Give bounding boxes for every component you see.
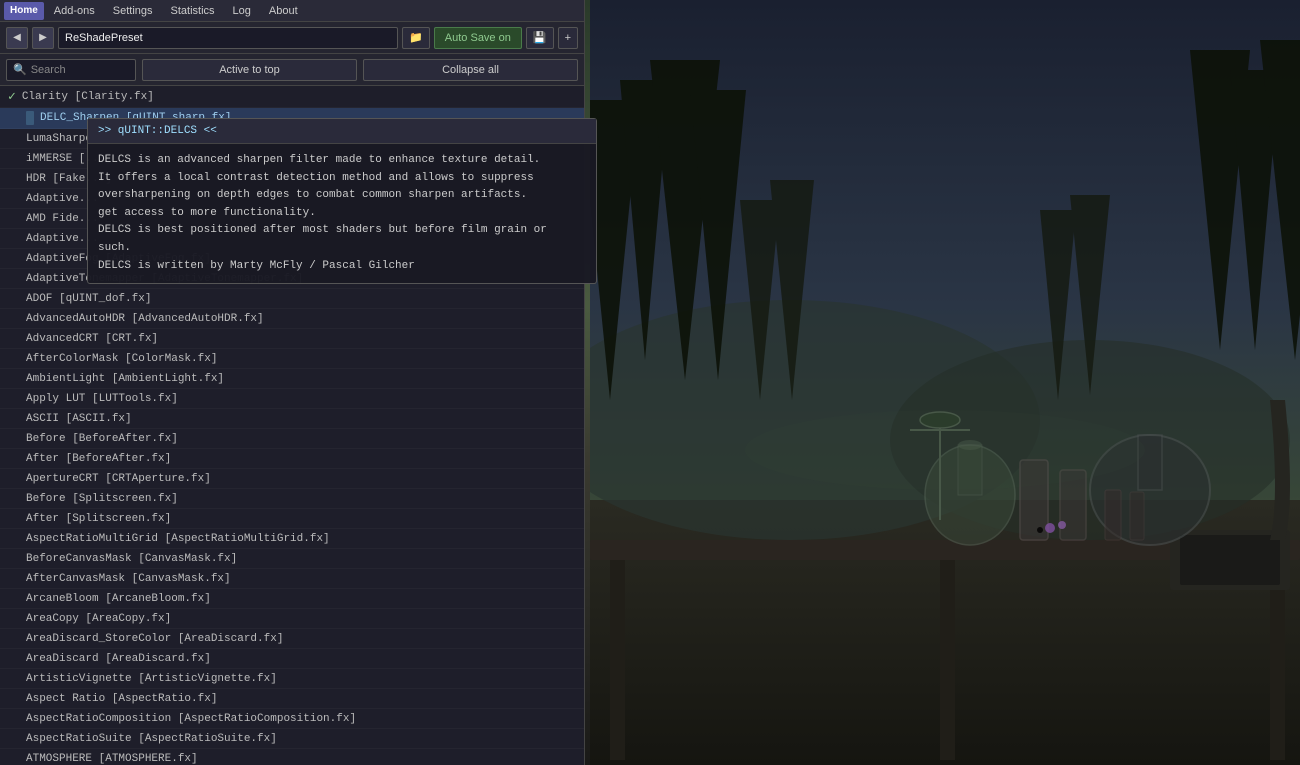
effect-list-item[interactable]: After [BeforeAfter.fx] xyxy=(0,449,584,469)
drag-handle[interactable] xyxy=(26,111,34,125)
search-icon: 🔍 xyxy=(13,63,27,76)
search-bar: 🔍 Search Active to top Collapse all xyxy=(0,54,584,86)
search-input[interactable] xyxy=(70,64,150,76)
effect-label: Before [BeforeAfter.fx] xyxy=(26,433,178,445)
effect-label: BeforeCanvasMask [CanvasMask.fx] xyxy=(26,553,237,565)
effect-list-item[interactable]: ApertureCRT [CRTAperture.fx] xyxy=(0,469,584,489)
effect-list-item[interactable]: AdvancedAutoHDR [AdvancedAutoHDR.fx] xyxy=(0,309,584,329)
effect-label: AdvancedAutoHDR [AdvancedAutoHDR.fx] xyxy=(26,313,264,325)
effect-label: AdvancedCRT [CRT.fx] xyxy=(26,333,158,345)
effect-list-item[interactable]: AspectRatioSuite [AspectRatioSuite.fx] xyxy=(0,729,584,749)
preset-name-input[interactable] xyxy=(58,27,398,49)
tooltip-line: get access to more functionality. xyxy=(98,205,586,223)
home-menu-item[interactable]: Home xyxy=(4,2,44,20)
effect-label: AspectRatioComposition [AspectRatioCompo… xyxy=(26,713,356,725)
effect-list-item[interactable]: AspectRatioMultiGrid [AspectRatioMultiGr… xyxy=(0,529,584,549)
save-button[interactable]: 💾 xyxy=(526,27,554,49)
effect-label: ADOF [qUINT_dof.fx] xyxy=(26,293,151,305)
effect-list-item[interactable]: ADOF [qUINT_dof.fx] xyxy=(0,289,584,309)
effect-label: AreaCopy [AreaCopy.fx] xyxy=(26,613,171,625)
autosave-button[interactable]: Auto Save on xyxy=(434,27,522,49)
tooltip-line: oversharpening on depth edges to combat … xyxy=(98,187,586,205)
folder-icon: 📁 xyxy=(409,31,423,44)
effect-label: ApertureCRT [CRTAperture.fx] xyxy=(26,473,211,485)
effect-list-item[interactable]: ArtisticVignette [ArtisticVignette.fx] xyxy=(0,669,584,689)
active-to-top-button[interactable]: Active to top xyxy=(142,59,357,81)
tooltip-title: >> qUINT::DELCS << xyxy=(98,125,217,137)
effect-list-item[interactable]: ArcaneBloom [ArcaneBloom.fx] xyxy=(0,589,584,609)
effect-label: ArcaneBloom [ArcaneBloom.fx] xyxy=(26,593,211,605)
effect-label: AfterColorMask [ColorMask.fx] xyxy=(26,353,217,365)
effect-label: Before [Splitscreen.fx] xyxy=(26,493,178,505)
tooltip-line: It offers a local contrast detection met… xyxy=(98,170,586,188)
log-menu-item[interactable]: Log xyxy=(225,2,259,20)
effect-label: AfterCanvasMask [CanvasMask.fx] xyxy=(26,573,231,585)
folder-button[interactable]: 📁 xyxy=(402,27,430,49)
effect-list-item[interactable]: AdvancedCRT [CRT.fx] xyxy=(0,329,584,349)
effect-list-item[interactable]: ✓ Clarity [Clarity.fx] xyxy=(0,86,584,108)
effect-label: Clarity [Clarity.fx] xyxy=(22,91,154,103)
effect-list-item[interactable]: Before [BeforeAfter.fx] xyxy=(0,429,584,449)
settings-menu-item[interactable]: Settings xyxy=(105,2,161,20)
add-preset-button[interactable]: + xyxy=(558,27,578,49)
effect-label: ArtisticVignette [ArtisticVignette.fx] xyxy=(26,673,277,685)
save-icon: 💾 xyxy=(533,31,547,44)
tooltip-line: DELCS is written by Marty McFly / Pascal… xyxy=(98,258,586,276)
effect-list-item[interactable]: AreaDiscard [AreaDiscard.fx] xyxy=(0,649,584,669)
effect-label: AspectRatioSuite [AspectRatioSuite.fx] xyxy=(26,733,277,745)
nav-back-button[interactable]: ◀ xyxy=(6,27,28,49)
effect-list-item[interactable]: Apply LUT [LUTTools.fx] xyxy=(0,389,584,409)
tooltip-body: DELCS is an advanced sharpen filter made… xyxy=(88,144,596,283)
effect-list-item[interactable]: Before [Splitscreen.fx] xyxy=(0,489,584,509)
effect-list-item[interactable]: BeforeCanvasMask [CanvasMask.fx] xyxy=(0,549,584,569)
effect-list-item[interactable]: AfterCanvasMask [CanvasMask.fx] xyxy=(0,569,584,589)
about-menu-item[interactable]: About xyxy=(261,2,306,20)
search-label: Search xyxy=(31,64,66,76)
addons-menu-item[interactable]: Add-ons xyxy=(46,2,103,20)
effect-list-item[interactable]: ASCII [ASCII.fx] xyxy=(0,409,584,429)
effect-label: AspectRatioMultiGrid [AspectRatioMultiGr… xyxy=(26,533,330,545)
effect-label: Aspect Ratio [AspectRatio.fx] xyxy=(26,693,217,705)
effect-list-item[interactable]: ATMOSPHERE [ATMOSPHERE.fx] xyxy=(0,749,584,765)
effect-label: ASCII [ASCII.fx] xyxy=(26,413,132,425)
tooltip-line: DELCS is an advanced sharpen filter made… xyxy=(98,152,586,170)
effect-list-item[interactable]: AreaCopy [AreaCopy.fx] xyxy=(0,609,584,629)
effect-label: AreaDiscard [AreaDiscard.fx] xyxy=(26,653,211,665)
effect-list-item[interactable]: After [Splitscreen.fx] xyxy=(0,509,584,529)
plus-icon: + xyxy=(565,32,571,44)
nav-forward-button[interactable]: ▶ xyxy=(32,27,54,49)
effect-list-item[interactable]: AreaDiscard_StoreColor [AreaDiscard.fx] xyxy=(0,629,584,649)
effect-list-item[interactable]: AmbientLight [AmbientLight.fx] xyxy=(0,369,584,389)
effect-list-item[interactable]: AspectRatioComposition [AspectRatioCompo… xyxy=(0,709,584,729)
statistics-menu-item[interactable]: Statistics xyxy=(163,2,223,20)
effect-label: After [Splitscreen.fx] xyxy=(26,513,171,525)
search-wrapper[interactable]: 🔍 Search xyxy=(6,59,136,81)
effect-label: AmbientLight [AmbientLight.fx] xyxy=(26,373,224,385)
tooltip-line: DELCS is best positioned after most shad… xyxy=(98,222,586,257)
effect-label: After [BeforeAfter.fx] xyxy=(26,453,171,465)
effect-list-item[interactable]: Aspect Ratio [AspectRatio.fx] xyxy=(0,689,584,709)
effect-label: Apply LUT [LUTTools.fx] xyxy=(26,393,178,405)
tooltip-popup: >> qUINT::DELCS << DELCS is an advanced … xyxy=(87,118,597,284)
effect-checkmark: ✓ xyxy=(8,89,16,104)
collapse-all-button[interactable]: Collapse all xyxy=(363,59,578,81)
menu-bar: Home Add-ons Settings Statistics Log Abo… xyxy=(0,0,584,22)
tooltip-header: >> qUINT::DELCS << xyxy=(88,119,596,144)
toolbar: ◀ ▶ 📁 Auto Save on 💾 + xyxy=(0,22,584,54)
effect-label: ATMOSPHERE [ATMOSPHERE.fx] xyxy=(26,753,198,765)
effect-list-item[interactable]: AfterColorMask [ColorMask.fx] xyxy=(0,349,584,369)
effect-label: AreaDiscard_StoreColor [AreaDiscard.fx] xyxy=(26,633,283,645)
